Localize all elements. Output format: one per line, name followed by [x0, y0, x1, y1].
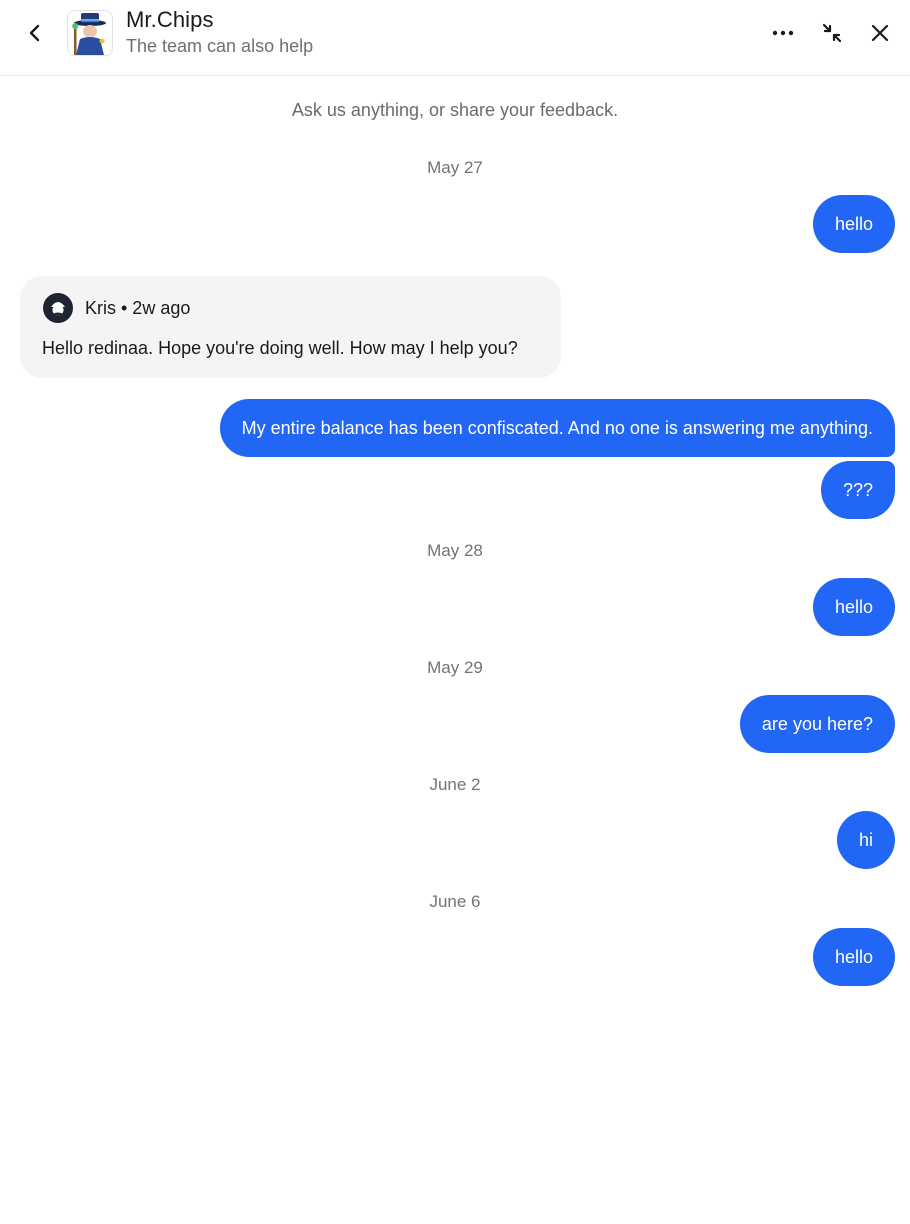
date-separator: June 6 [429, 892, 481, 911]
outgoing-message[interactable]: ??? [820, 461, 895, 519]
back-button[interactable] [22, 20, 48, 46]
back-chevron-icon [29, 24, 40, 42]
incoming-message[interactable]: Kris • 2w ago Hello redinaa. Hope you're… [20, 276, 561, 378]
chat-header: Mr.Chips The team can also help [0, 0, 910, 76]
agent-avatar-icon [43, 293, 73, 323]
more-options-button[interactable] [768, 18, 798, 48]
date-separator: June 2 [429, 775, 481, 794]
agent-name-time: Kris • 2w ago [85, 298, 191, 318]
outgoing-message[interactable]: hello [812, 928, 895, 986]
chat-title: Mr.Chips [126, 7, 214, 32]
chat-subtitle: The team can also help [126, 36, 314, 56]
more-dots-icon [772, 30, 794, 36]
intro-text: Ask us anything, or share your feedback. [291, 100, 619, 120]
close-button[interactable] [865, 18, 895, 48]
date-separator: May 28 [427, 541, 483, 560]
date-separator: May 29 [427, 658, 483, 677]
close-icon [871, 24, 889, 42]
outgoing-message[interactable]: hello [812, 195, 895, 253]
bot-avatar [67, 10, 113, 56]
agent-message-text: Hello redinaa. Hope you're doing well. H… [42, 338, 518, 358]
outgoing-message[interactable]: hi [836, 811, 895, 869]
outgoing-message[interactable]: are you here? [739, 695, 895, 753]
collapse-arrows-icon [822, 23, 842, 43]
collapse-button[interactable] [817, 18, 847, 48]
outgoing-message[interactable]: hello [812, 578, 895, 636]
outgoing-message[interactable]: My entire balance has been confiscated. … [219, 399, 895, 457]
date-separator: May 27 [427, 158, 483, 177]
wizard-mascot-avatar [68, 11, 112, 55]
